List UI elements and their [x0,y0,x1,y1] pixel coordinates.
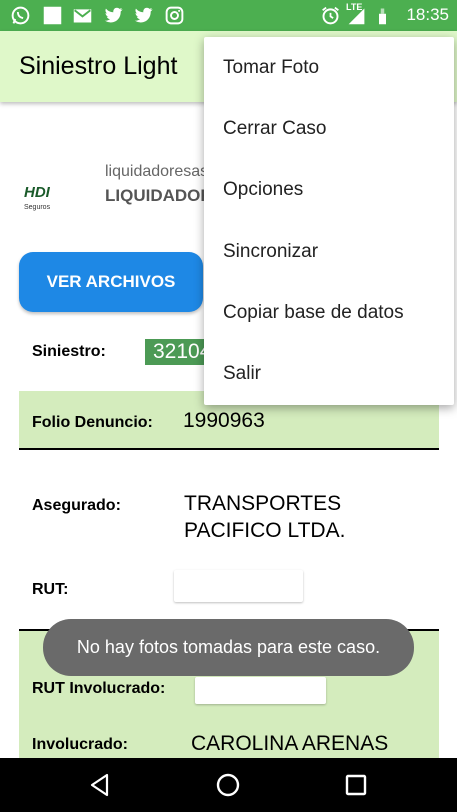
folio-label: Folio Denuncio: [32,414,153,431]
menu-item-salir[interactable]: Salir [204,343,454,404]
whatsapp-icon [11,6,30,25]
involucrado-value: CAROLINA ARENAS [191,732,389,755]
overflow-menu: Tomar Foto Cerrar Caso Opciones Sincroni… [204,37,454,405]
divider [19,448,439,450]
logo-subtext: Seguros [24,204,51,211]
recents-icon[interactable] [343,772,369,798]
logo-text: HDI [24,184,50,201]
menu-item-sincronizar[interactable]: Sincronizar [204,221,454,282]
siniestro-value: 32104 [145,339,205,365]
asegurado-value-line1: TRANSPORTES [184,492,342,515]
menu-item-tomar-foto[interactable]: Tomar Foto [204,37,454,98]
alarm-icon [322,6,339,25]
user-email: liquidadoresas [105,163,209,180]
view-files-button[interactable]: VER ARCHIVOS [19,252,203,312]
menu-item-cerrar-caso[interactable]: Cerrar Caso [204,98,454,159]
toast-message: No hay fotos tomadas para este caso. [43,619,414,676]
asegurado-value-line2: PACIFICO LTDA. [184,519,346,542]
folio-value: 1990963 [183,409,265,432]
clock: 18:35 [406,5,449,24]
instagram-icon [165,6,184,25]
menu-item-copiar-base-de-datos[interactable]: Copiar base de datos [204,282,454,343]
involucrado-label: Involucrado: [32,736,129,753]
twitter-icon [134,7,153,23]
status-bar: LTE 18:35 [0,0,457,31]
rut-field[interactable] [174,570,303,602]
menu-item-opciones[interactable]: Opciones [204,159,454,220]
home-icon[interactable] [215,772,241,798]
asegurado-label: Asegurado: [32,497,121,514]
back-icon[interactable] [87,772,113,798]
siniestro-label: Siniestro: [32,343,106,360]
gmail-icon [73,9,92,23]
lte-label: LTE [346,2,363,12]
twitter-icon [104,7,123,23]
notification-square-icon [43,6,62,25]
rut-label: RUT: [32,581,69,598]
rut-involucrado-field[interactable] [195,677,326,704]
hdi-logo: HDI Seguros [24,185,64,215]
app-title: Siniestro Light [19,52,178,80]
navigation-bar [0,758,457,812]
signal-icon [379,8,386,25]
user-role: LIQUIDADOR [105,186,213,205]
rut-involucrado-label: RUT Involucrado: [32,680,166,697]
